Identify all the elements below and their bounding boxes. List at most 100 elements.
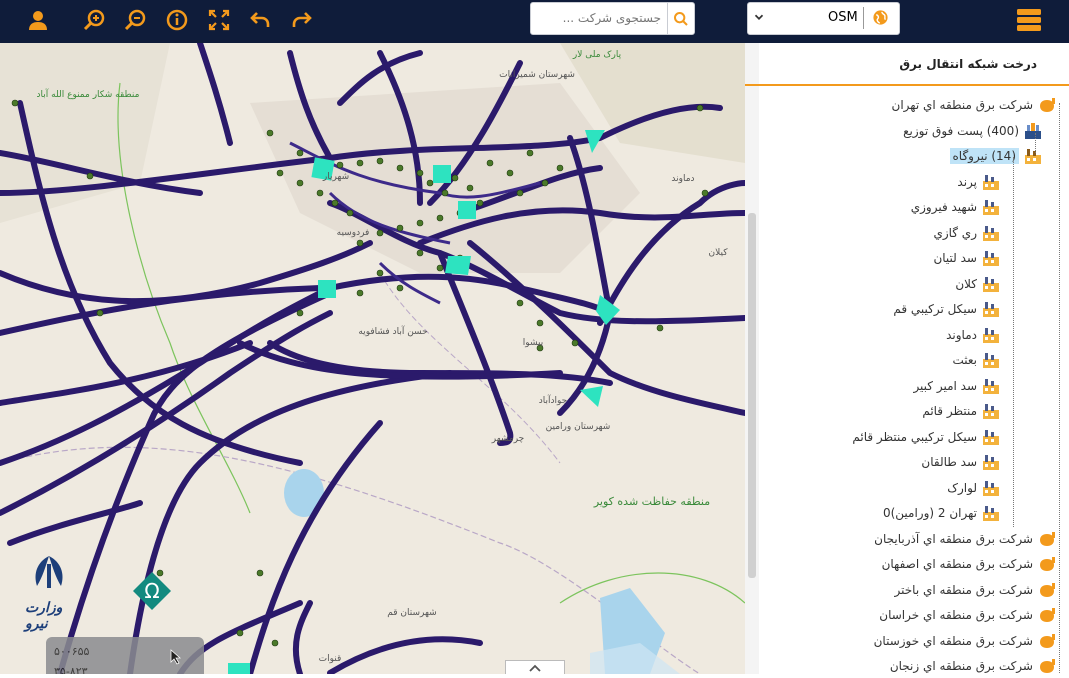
tree-item-label: پرند: [957, 174, 977, 189]
company-icon: [1040, 633, 1055, 648]
tree-item-label: شرکت برق منطقه اي خوزستان: [873, 633, 1033, 648]
omega-logo-icon: Ω: [133, 572, 171, 610]
tree-guide-line: [1059, 103, 1061, 673]
panel-scrollbar[interactable]: [745, 43, 759, 674]
tree-item-company[interactable]: شرکت برق منطقه اي زنجان: [890, 654, 1057, 678]
plants-icon: [1025, 149, 1041, 164]
tree-item-plant[interactable]: سيکل ترکيبي منتظر قائم: [852, 425, 1001, 449]
tree-item-plant[interactable]: منتظر قائم: [922, 399, 1001, 423]
company-icon: [1040, 531, 1055, 546]
map-label-shahriar: شهریار: [322, 172, 349, 182]
tree-item-label: شرکت برق منطقه اي خراسان: [879, 608, 1033, 622]
company-icon: [1040, 98, 1055, 112]
tree-item-company[interactable]: شرکت برق منطقه اي خراسان: [879, 603, 1057, 627]
tree-item-label: شهيد فيروزي: [910, 200, 977, 214]
tree-item-label: سيکل ترکيبي منتظر قائم: [852, 429, 977, 444]
tree-item-plant[interactable]: شهيد فيروزي: [911, 195, 1001, 219]
tree-item-plant[interactable]: لوارک: [947, 476, 1001, 500]
plant-icon: [983, 378, 999, 394]
menu-icon[interactable]: [1015, 6, 1043, 34]
map-source-value: OSM: [828, 10, 858, 25]
tree-item-label: سد امير کبير: [913, 378, 977, 393]
plant-icon: [983, 455, 999, 470]
plant-icon: [983, 429, 999, 445]
tree-item-label: لوارک: [947, 480, 977, 495]
tree-item-plant[interactable]: ري گازي: [933, 221, 1001, 245]
map-label-pishva: پیشوا: [523, 338, 544, 348]
zoom-in-icon[interactable]: [80, 6, 108, 34]
tree-guide-line: [1035, 133, 1037, 153]
tree-item-substation[interactable]: (400) پست فوق توزيع: [903, 119, 1043, 143]
fullscreen-icon[interactable]: [205, 6, 233, 34]
info-card-line1: ۵۰۰۶۵۵: [54, 645, 90, 658]
tree-item-label: سيکل ترکيبي قم: [893, 302, 977, 316]
map-label-kavir: منطقه حفاظت شده کویر: [593, 495, 710, 508]
tree-item-plant[interactable]: کلان: [955, 272, 1001, 296]
tree-item-plant[interactable]: سيکل ترکيبي قم: [893, 297, 1001, 321]
tree-item-company[interactable]: شرکت برق منطقه اي اصفهان: [882, 552, 1057, 576]
plant-icon: [983, 480, 999, 496]
tree-item-label: کلان: [955, 276, 977, 291]
tree-item-label: منتظر قائم: [922, 404, 977, 418]
plant-icon: [983, 174, 999, 190]
tree-item-plant[interactable]: سد امير کبير: [913, 374, 1001, 398]
tree-item-plants[interactable]: (14) نيروگاه: [949, 144, 1044, 168]
zoom-out-icon[interactable]: [121, 6, 149, 34]
globe-icon: [873, 10, 888, 25]
undo-icon[interactable]: [246, 6, 274, 34]
tree-item-label: سد لتيان: [933, 251, 977, 265]
chevron-down-icon: [754, 14, 764, 20]
substation-icon: [1025, 122, 1041, 139]
map-label-damavand: دماوند: [671, 174, 694, 184]
user-icon[interactable]: [24, 6, 52, 34]
collapse-panel-button[interactable]: [505, 660, 565, 674]
tree-item-plant[interactable]: سد لتيان: [933, 246, 1001, 270]
tree-item-plant[interactable]: بعثت: [952, 348, 1001, 372]
plant-icon: [983, 200, 999, 215]
tree-item-company[interactable]: شرکت برق منطقه اي باختر: [895, 578, 1057, 602]
tree-item-label: شرکت برق منطقه اي اصفهان: [881, 557, 1033, 571]
ministry-logo-text: وزارت نیرو: [25, 600, 63, 632]
tree-item-plant[interactable]: پرند: [957, 170, 1001, 194]
tree-item-company[interactable]: شرکت برق منطقه اي آذربايجان: [874, 527, 1057, 551]
tree-item-plant[interactable]: تهران 2 (ورامين)0: [883, 501, 1001, 525]
scrollbar-thumb[interactable]: [748, 213, 756, 578]
info-card: ۵۰۰۶۵۵ ۳۵-۸۲۳: [46, 637, 204, 674]
info-card-line2: ۳۵-۸۲۳: [54, 665, 88, 674]
tree-item-plant[interactable]: دماوند: [946, 323, 1001, 347]
tree-item-label: شرکت برق منطقه اي زنجان: [889, 659, 1033, 673]
plant-icon: [983, 276, 999, 292]
plant-icon: [983, 353, 999, 368]
divider: [863, 7, 864, 29]
tree-item-plant[interactable]: سد طالقان: [921, 450, 1001, 474]
search-button[interactable]: [667, 3, 694, 34]
map-source-select[interactable]: OSM: [747, 2, 900, 35]
redo-icon[interactable]: [288, 6, 316, 34]
plant-icon: [983, 251, 999, 266]
map-label-javadabad: جوادآباد: [539, 394, 567, 406]
map-label-qanavat: قنوات: [319, 654, 342, 664]
search-icon: [674, 11, 688, 26]
tree-item-company[interactable]: شرکت برق منطقه اي خوزستان: [874, 629, 1057, 653]
tree-item-company[interactable]: شرکت برق منطقه اي تهران: [892, 93, 1057, 117]
tree-item-label: شرکت برق منطقه اي باختر: [894, 582, 1033, 597]
company-icon: [1040, 557, 1055, 571]
info-icon[interactable]: [163, 6, 191, 34]
plant-icon: [983, 506, 999, 521]
company-icon: [1040, 659, 1055, 673]
tree-item-label: دماوند: [946, 327, 977, 342]
top-toolbar: OSM: [0, 0, 1069, 43]
plant-icon: [983, 327, 999, 343]
plant-icon: [983, 225, 999, 241]
company-icon: [1040, 582, 1055, 597]
plant-icon: [983, 302, 999, 317]
panel-title: درخت شبکه انتقال برق: [899, 57, 1037, 71]
map-label-shemiranat: شهرستان شمیرانات: [499, 70, 575, 80]
map-label-varamin: شهرستان ورامین: [546, 422, 611, 432]
map-view[interactable]: فردوسیه حسن آباد فشافویه جوادآباد شهرستا…: [0, 43, 745, 674]
chevron-up-icon: [529, 664, 541, 672]
svg-text:Ω: Ω: [144, 579, 159, 603]
tree-item-label: شرکت برق منطقه اي آذربايجان: [874, 531, 1033, 546]
tree-item-label: تهران 2 (ورامين)0: [882, 506, 977, 520]
search-input[interactable]: [531, 3, 667, 32]
